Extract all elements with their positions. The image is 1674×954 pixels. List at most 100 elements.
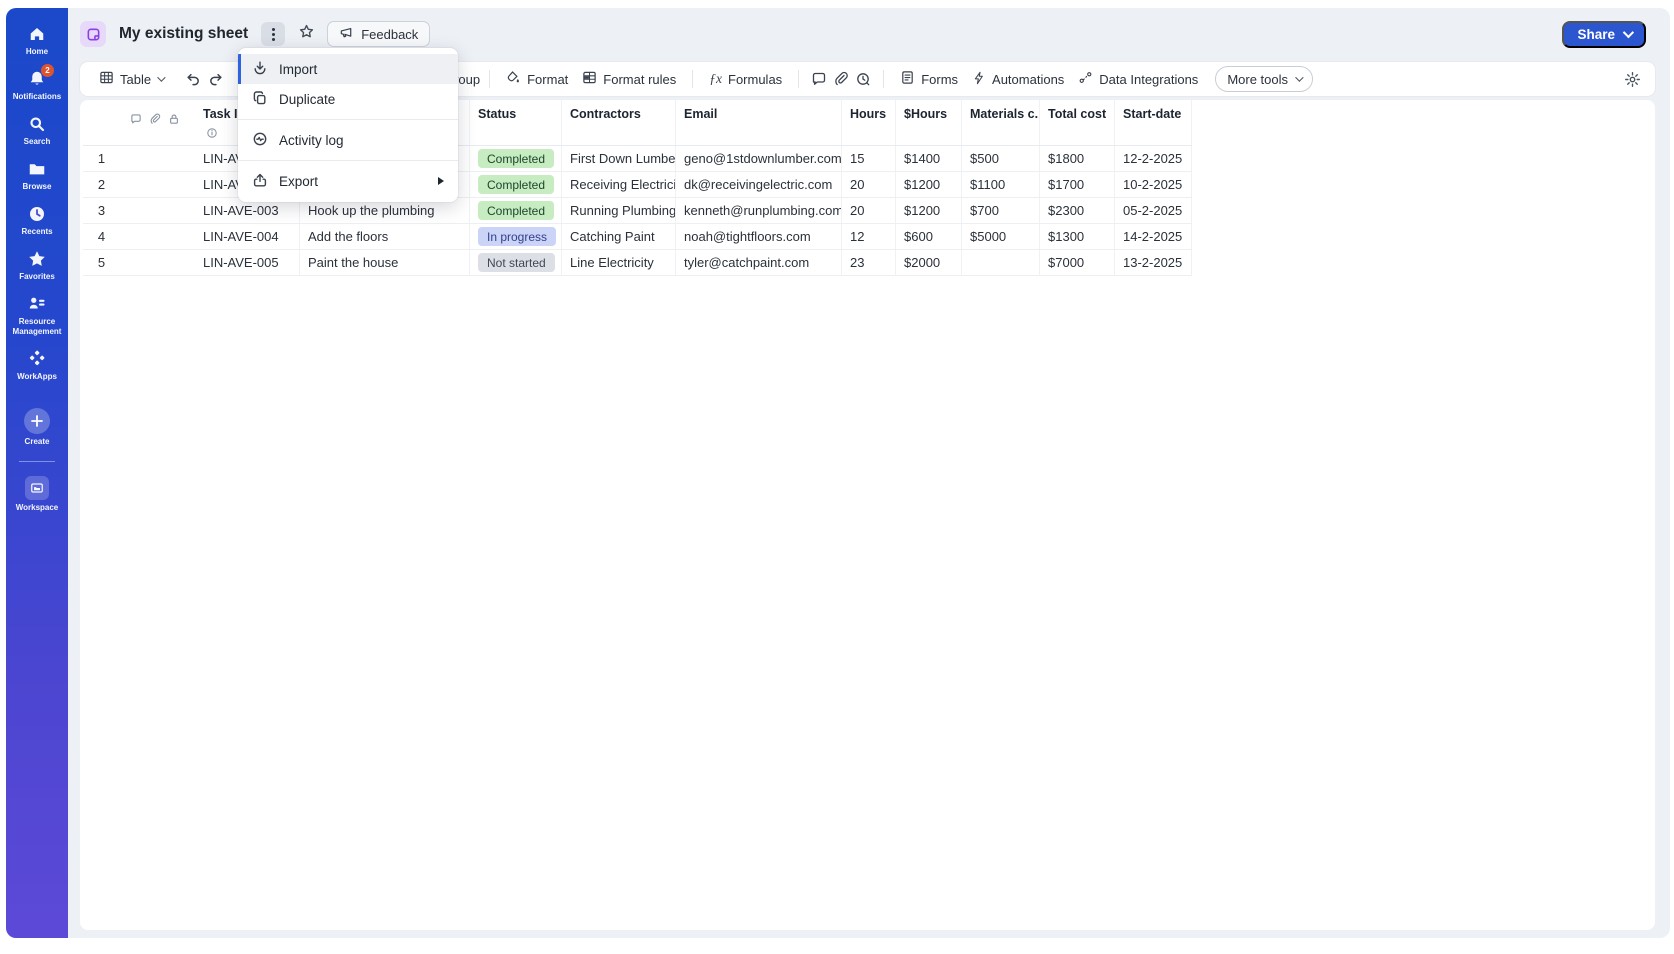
header-email[interactable]: Email: [676, 100, 842, 145]
cell-hours[interactable]: 20: [842, 172, 896, 197]
cell-hours[interactable]: 12: [842, 224, 896, 249]
cell-contractor[interactable]: Receiving Electricity: [562, 172, 676, 197]
cell-contractor[interactable]: Running Plumbing: [562, 198, 676, 223]
sidebar-item-resource-management[interactable]: Resource Management: [7, 294, 67, 337]
cell-email[interactable]: tyler@catchpaint.com: [676, 250, 842, 275]
data-integrations-button[interactable]: Data Integrations: [1071, 66, 1205, 92]
status-badge: Not started: [478, 253, 555, 272]
cell-start-date[interactable]: 12-2-2025: [1115, 146, 1192, 171]
cell-materials[interactable]: $500: [962, 146, 1040, 171]
format-rules-grid-icon: [582, 70, 597, 88]
sidebar-item-label: WorkApps: [17, 372, 57, 382]
toolbar-divider: [692, 70, 693, 88]
cell-dollar-hours[interactable]: $1200: [896, 172, 962, 197]
format-button[interactable]: Format: [499, 66, 575, 92]
header-total-cost[interactable]: Total cost: [1040, 100, 1115, 145]
cell-hours[interactable]: 20: [842, 198, 896, 223]
cell-status[interactable]: Completed: [470, 146, 562, 171]
cell-status[interactable]: Not started: [470, 250, 562, 275]
cell-hours[interactable]: 23: [842, 250, 896, 275]
cell-dollar-hours[interactable]: $1400: [896, 146, 962, 171]
cell-hours[interactable]: 15: [842, 146, 896, 171]
format-label: Format: [527, 72, 568, 87]
cell-status[interactable]: Completed: [470, 172, 562, 197]
redo-button[interactable]: [204, 68, 226, 90]
sidebar-item-recents[interactable]: Recents: [7, 204, 67, 237]
cell-contractor[interactable]: First Down Lumber: [562, 146, 676, 171]
formulas-button[interactable]: ƒx Formulas: [702, 67, 789, 91]
cell-start-date[interactable]: 13-2-2025: [1115, 250, 1192, 275]
attachments-button[interactable]: [830, 68, 852, 90]
row-number[interactable]: 1: [83, 146, 120, 171]
row-number[interactable]: 3: [83, 198, 120, 223]
cell-materials[interactable]: $5000: [962, 224, 1040, 249]
cell-dollar-hours[interactable]: $1200: [896, 198, 962, 223]
automations-button[interactable]: Automations: [965, 67, 1071, 92]
cell-dollar-hours[interactable]: $2000: [896, 250, 962, 275]
cell-contractor[interactable]: Catching Paint: [562, 224, 676, 249]
sidebar-item-notifications[interactable]: 2 Notifications: [7, 69, 67, 102]
feedback-button[interactable]: Feedback: [327, 21, 430, 47]
sidebar-item-label: Search: [24, 137, 51, 147]
cell-dollar-hours[interactable]: $600: [896, 224, 962, 249]
sidebar-item-favorites[interactable]: Favorites: [7, 249, 67, 282]
cell-status[interactable]: Completed: [470, 198, 562, 223]
form-document-icon: [900, 70, 915, 88]
header-status[interactable]: Status: [470, 100, 562, 145]
header-contractors[interactable]: Contractors: [562, 100, 676, 145]
sidebar-item-create[interactable]: Create: [7, 408, 67, 447]
share-button[interactable]: Share: [1562, 21, 1646, 48]
cell-task-id[interactable]: LIN-AVE-004: [195, 224, 300, 249]
cell-email[interactable]: noah@tightfloors.com: [676, 224, 842, 249]
cell-materials[interactable]: [962, 250, 1040, 275]
cell-total-cost[interactable]: $7000: [1040, 250, 1115, 275]
cell-task-name[interactable]: Paint the house: [300, 250, 470, 275]
sidebar-item-browse[interactable]: Browse: [7, 159, 67, 192]
sheet-kebab-menu-button[interactable]: [261, 22, 285, 46]
forms-button[interactable]: Forms: [893, 66, 965, 92]
undo-button[interactable]: [182, 68, 204, 90]
more-tools-button[interactable]: More tools: [1215, 66, 1313, 92]
cell-total-cost[interactable]: $1700: [1040, 172, 1115, 197]
header-dollar-hours[interactable]: $Hours: [896, 100, 962, 145]
duplicate-icon: [252, 90, 268, 109]
cell-email[interactable]: dk@receivingelectric.com: [676, 172, 842, 197]
cell-start-date[interactable]: 14-2-2025: [1115, 224, 1192, 249]
cell-total-cost[interactable]: $1300: [1040, 224, 1115, 249]
cell-status[interactable]: In progress: [470, 224, 562, 249]
row-number[interactable]: 4: [83, 224, 120, 249]
menu-item-duplicate[interactable]: Duplicate: [238, 84, 458, 114]
cell-task-name[interactable]: Add the floors: [300, 224, 470, 249]
header-materials[interactable]: Materials c..: [962, 100, 1040, 145]
sidebar-item-workspace[interactable]: Workspace: [7, 476, 67, 513]
cell-materials[interactable]: $700: [962, 198, 1040, 223]
cell-start-date[interactable]: 05-2-2025: [1115, 198, 1192, 223]
table-view-button[interactable]: Table: [92, 66, 170, 92]
row-number[interactable]: 2: [83, 172, 120, 197]
row-icons-cell: [120, 172, 195, 197]
cell-materials[interactable]: $1100: [962, 172, 1040, 197]
row-number[interactable]: 5: [83, 250, 120, 275]
header-start-date[interactable]: Start-date: [1115, 100, 1192, 145]
cell-email[interactable]: kenneth@runplumbing.com: [676, 198, 842, 223]
menu-item-export[interactable]: Export: [238, 166, 458, 196]
cell-contractor[interactable]: Line Electricity: [562, 250, 676, 275]
sidebar-item-home[interactable]: Home: [7, 24, 67, 57]
sidebar-item-search[interactable]: Search: [7, 114, 67, 147]
settings-gear-button[interactable]: [1621, 68, 1643, 90]
row-icons-cell: [120, 198, 195, 223]
menu-item-import[interactable]: Import: [238, 54, 458, 84]
favorite-star-button[interactable]: [294, 22, 318, 46]
format-rules-button[interactable]: Format rules: [575, 66, 683, 92]
sidebar-item-workapps[interactable]: WorkApps: [7, 349, 67, 382]
people-icon: [27, 294, 47, 314]
proofing-button[interactable]: [852, 68, 874, 90]
comments-button[interactable]: [808, 68, 830, 90]
cell-start-date[interactable]: 10-2-2025: [1115, 172, 1192, 197]
cell-total-cost[interactable]: $2300: [1040, 198, 1115, 223]
menu-item-activity-log[interactable]: Activity log: [238, 125, 458, 155]
cell-task-id[interactable]: LIN-AVE-005: [195, 250, 300, 275]
cell-total-cost[interactable]: $1800: [1040, 146, 1115, 171]
cell-email[interactable]: geno@1stdownlumber.com: [676, 146, 842, 171]
header-hours[interactable]: Hours: [842, 100, 896, 145]
